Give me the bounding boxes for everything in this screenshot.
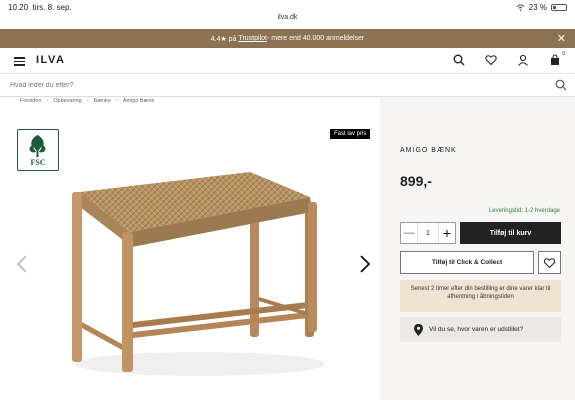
breadcrumb: Forsiden › Opbevaring › Bænke › Amigo Bænk [20,98,155,104]
search-bar [0,74,575,97]
product-panel: AMIGO BÆNK 899,- Leveringstid: 1-2 hverd… [380,97,575,400]
promo-bar: 4.4★ på Trustpilot - mere end 40.000 anm… [0,29,575,48]
search-input[interactable] [10,78,530,93]
status-time: 10.20 tirs. 8. sep. [8,3,72,12]
header-icons [453,54,561,66]
cart-count: 0 [562,51,565,57]
showroom-link[interactable]: Vil du se, hvor varen er udstillet? [400,317,561,342]
status-bar: 10.20 tirs. 8. sep. ilva.dk 23 % [0,0,575,28]
breadcrumb-item[interactable]: Bænke [94,98,111,104]
cart-icon[interactable] [549,54,561,66]
decrease-button[interactable]: — [401,223,417,243]
logo[interactable]: ILVA [36,54,65,66]
showroom-label: Vil du se, hvor varen er udstillet? [429,326,524,333]
breadcrumb-item[interactable]: Amigo Bænk [123,98,155,104]
trustpilot-link[interactable]: Trustpilot [238,35,267,42]
user-icon[interactable] [517,54,529,66]
price-badge: Fast lav pris [330,129,371,139]
promo-text: - mere end 40.000 anmeldelser [266,35,365,42]
pickup-info: Senest 2 timer efter din bestilling er d… [400,280,561,312]
battery-percent: 23 % [528,3,547,12]
product-image [72,172,325,376]
location-pin-icon [414,323,423,336]
quantity-stepper: — 1 + [400,222,456,244]
close-icon[interactable]: ✕ [557,32,566,45]
heart-icon[interactable] [485,54,497,66]
product-name: AMIGO BÆNK [400,147,457,154]
click-collect-button[interactable]: Tilføj til Click & Collect [400,251,534,274]
search-icon[interactable] [555,79,567,91]
wifi-icon [516,4,525,11]
breadcrumb-item[interactable]: Opbevaring [53,98,81,104]
site-header: ILVA 0 [0,48,575,74]
add-to-cart-button[interactable]: Tilføj til kurv [460,222,561,244]
breadcrumb-item[interactable]: Forsiden [20,98,41,104]
search-icon[interactable] [453,54,465,66]
fsc-label: FSC [30,158,46,167]
battery-icon [551,4,567,11]
status-indicators: 23 % [516,3,567,12]
product-gallery: FSC Fast lav pris [0,97,380,400]
wishlist-button[interactable] [538,251,561,274]
heart-icon [543,257,556,268]
menu-icon[interactable] [14,57,25,66]
address-url[interactable]: ilva.dk [0,14,575,21]
increase-button[interactable]: + [439,223,455,243]
fsc-logo: FSC [17,129,59,171]
chevron-left-icon[interactable] [15,255,29,273]
quantity-value[interactable]: 1 [417,223,439,243]
promo-rating: 4.4★ på [210,35,237,43]
product-price: 899,- [400,173,432,189]
chevron-right-icon[interactable] [358,255,372,273]
delivery-time: Leveringstid: 1-2 hverdage [488,208,560,214]
